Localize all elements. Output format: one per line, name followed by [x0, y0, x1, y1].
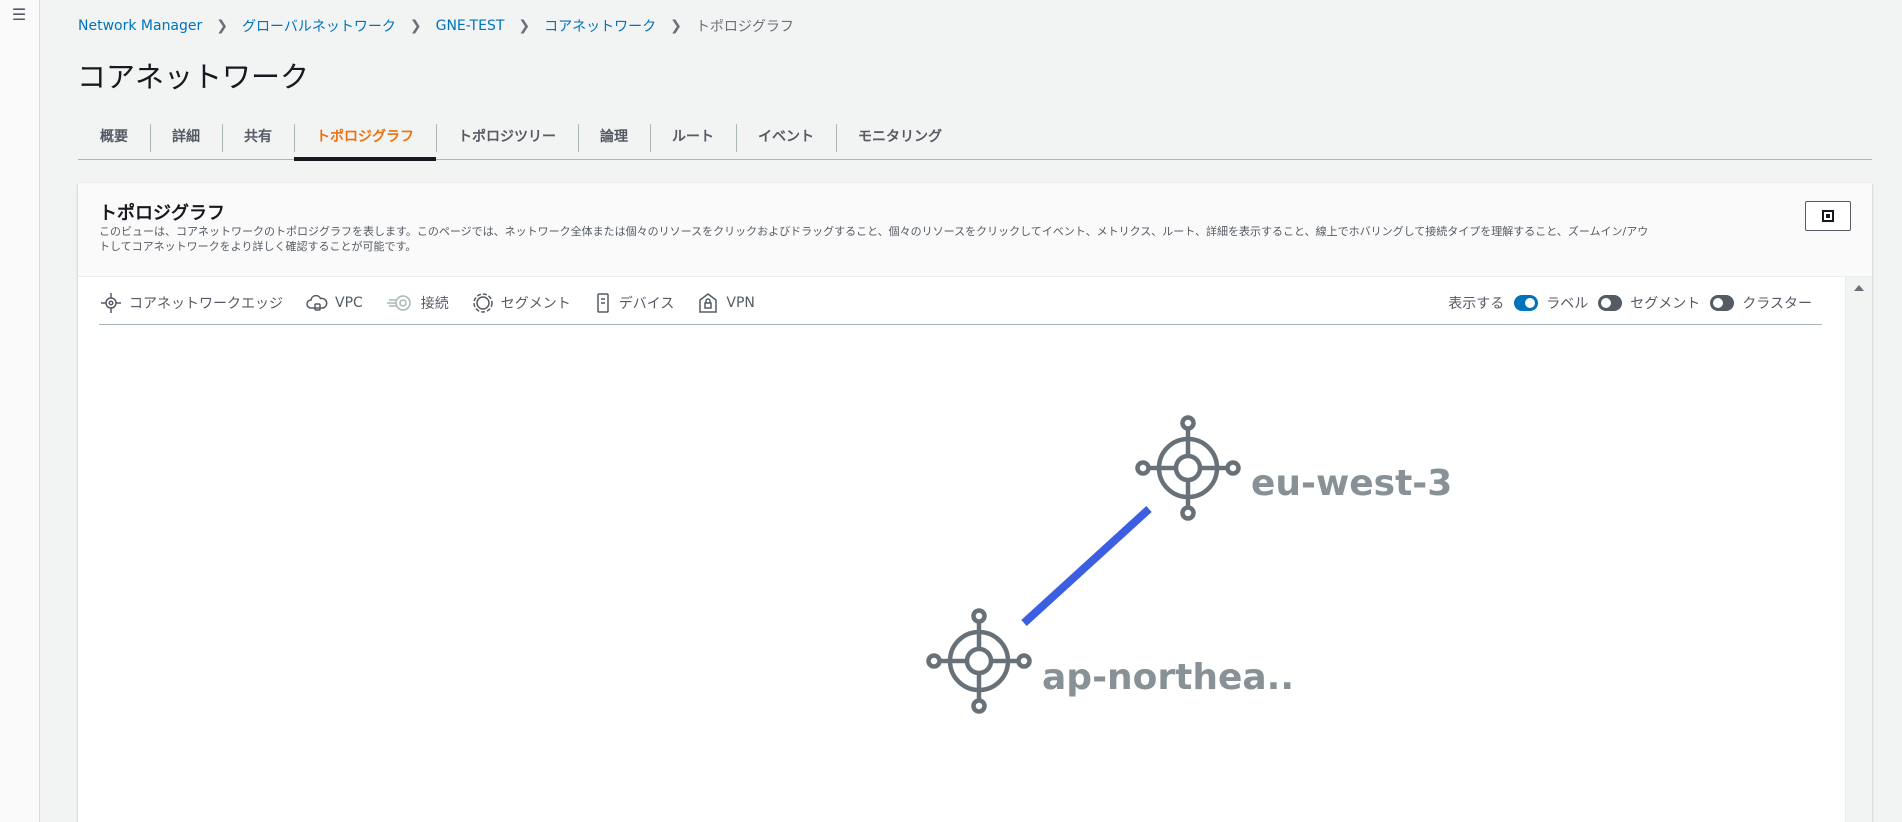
graph-toolbar: コアネットワークエッジ VPC 接続 セグメント デバイス VPN 表示する ラ… — [99, 281, 1822, 325]
topology-svg[interactable] — [78, 325, 1845, 822]
breadcrumb-network-manager[interactable]: Network Manager — [78, 18, 202, 34]
legend: コアネットワークエッジ VPC 接続 セグメント デバイス VPN — [99, 291, 777, 315]
legend-item-segment: セグメント — [471, 291, 571, 315]
display-toggles: 表示する ラベル セグメント クラスター — [1448, 293, 1822, 313]
chevron-right-icon: ❯ — [409, 18, 422, 34]
tab-bar: 概要 詳細 共有 トポロジグラフ トポロジツリー 論理 ルート イベント モニタ… — [78, 112, 1872, 161]
tab-details[interactable]: 詳細 — [150, 118, 222, 154]
hamburger-icon[interactable]: ☰ — [10, 6, 28, 24]
graph-link[interactable] — [1021, 506, 1152, 626]
fullscreen-icon — [1822, 210, 1834, 222]
tab-topology-tree[interactable]: トポロジツリー — [436, 118, 578, 154]
tab-events[interactable]: イベント — [736, 118, 836, 154]
legend-label: デバイス — [618, 295, 675, 312]
display-label: 表示する — [1448, 295, 1505, 312]
chevron-right-icon: ❯ — [670, 18, 682, 34]
main-content: Network Manager ❯ グローバルネットワーク ❯ GNE-TEST… — [41, 0, 1902, 822]
page-title: コアネットワーク — [77, 60, 310, 94]
legend-item-vpn: VPN — [696, 291, 755, 315]
breadcrumb-gne-test[interactable]: GNE-TEST — [436, 18, 505, 34]
vpn-icon — [699, 292, 718, 313]
legend-label: VPC — [335, 294, 363, 311]
core-network-edge-node-eu-west-3[interactable] — [1135, 415, 1241, 521]
chevron-right-icon: ❯ — [518, 18, 531, 34]
toggle-label: ラベル — [1546, 295, 1589, 312]
legend-label: セグメント — [500, 295, 571, 312]
panel-header: トポロジグラフ このビューは、コアネットワークのトポロジグラフを表します。このペ… — [78, 183, 1872, 277]
toggle-clusters[interactable]: クラスター — [1710, 293, 1812, 313]
connect-icon — [386, 294, 411, 311]
legend-item-connect: 接続 — [385, 291, 449, 315]
core-network-edge-icon — [101, 292, 121, 313]
panel-description: このビューは、コアネットワークのトポロジグラフを表します。このページでは、ネット… — [99, 225, 1649, 253]
toggle-switch-on[interactable] — [1514, 294, 1539, 311]
tab-routes[interactable]: ルート — [650, 118, 736, 154]
toggle-label: クラスター — [1742, 295, 1812, 312]
side-nav-rail: ☰ — [0, 0, 40, 822]
tab-topology-graph[interactable]: トポロジグラフ — [294, 118, 436, 161]
node-label-ap-northeast: ap-northea.. — [1042, 657, 1295, 698]
tab-overview[interactable]: 概要 — [78, 118, 150, 154]
segment-icon — [473, 292, 493, 313]
tab-sharing[interactable]: 共有 — [222, 118, 294, 154]
tab-logical[interactable]: 論理 — [578, 118, 650, 154]
chevron-right-icon: ❯ — [216, 18, 229, 34]
topology-canvas[interactable]: eu-west-3 ap-northea.. — [78, 325, 1845, 822]
core-network-edge-node-ap-northeast[interactable] — [926, 608, 1032, 714]
breadcrumb: Network Manager ❯ グローバルネットワーク ❯ GNE-TEST… — [78, 16, 794, 36]
toggle-labels[interactable]: ラベル — [1514, 293, 1588, 313]
toggle-switch-off[interactable] — [1598, 294, 1623, 311]
node-label-eu-west-3: eu-west-3 — [1251, 463, 1453, 504]
device-icon — [597, 292, 609, 313]
legend-label: 接続 — [420, 295, 449, 312]
fullscreen-button[interactable] — [1805, 201, 1851, 231]
panel-title: トポロジグラフ — [99, 203, 225, 224]
legend-item-device: デバイス — [593, 291, 675, 315]
toggle-label: セグメント — [1630, 295, 1701, 312]
toggle-segments[interactable]: セグメント — [1598, 293, 1700, 313]
tab-monitoring[interactable]: モニタリング — [836, 118, 964, 154]
legend-label: コアネットワークエッジ — [129, 295, 283, 312]
vpc-icon — [306, 294, 328, 311]
legend-item-vpc: VPC — [305, 291, 363, 315]
toggle-switch-off[interactable] — [1710, 294, 1735, 311]
scroll-up-arrow-icon[interactable] — [1854, 285, 1864, 291]
legend-item-core-network-edge: コアネットワークエッジ — [99, 291, 283, 315]
topology-graph-panel: トポロジグラフ このビューは、コアネットワークのトポロジグラフを表します。このペ… — [78, 183, 1872, 822]
vertical-scrollbar[interactable] — [1845, 277, 1872, 822]
breadcrumb-core-network[interactable]: コアネットワーク — [544, 16, 656, 36]
breadcrumb-global-network[interactable]: グローバルネットワーク — [242, 16, 396, 36]
breadcrumb-current: トポロジグラフ — [695, 19, 794, 35]
legend-label: VPN — [726, 294, 755, 311]
